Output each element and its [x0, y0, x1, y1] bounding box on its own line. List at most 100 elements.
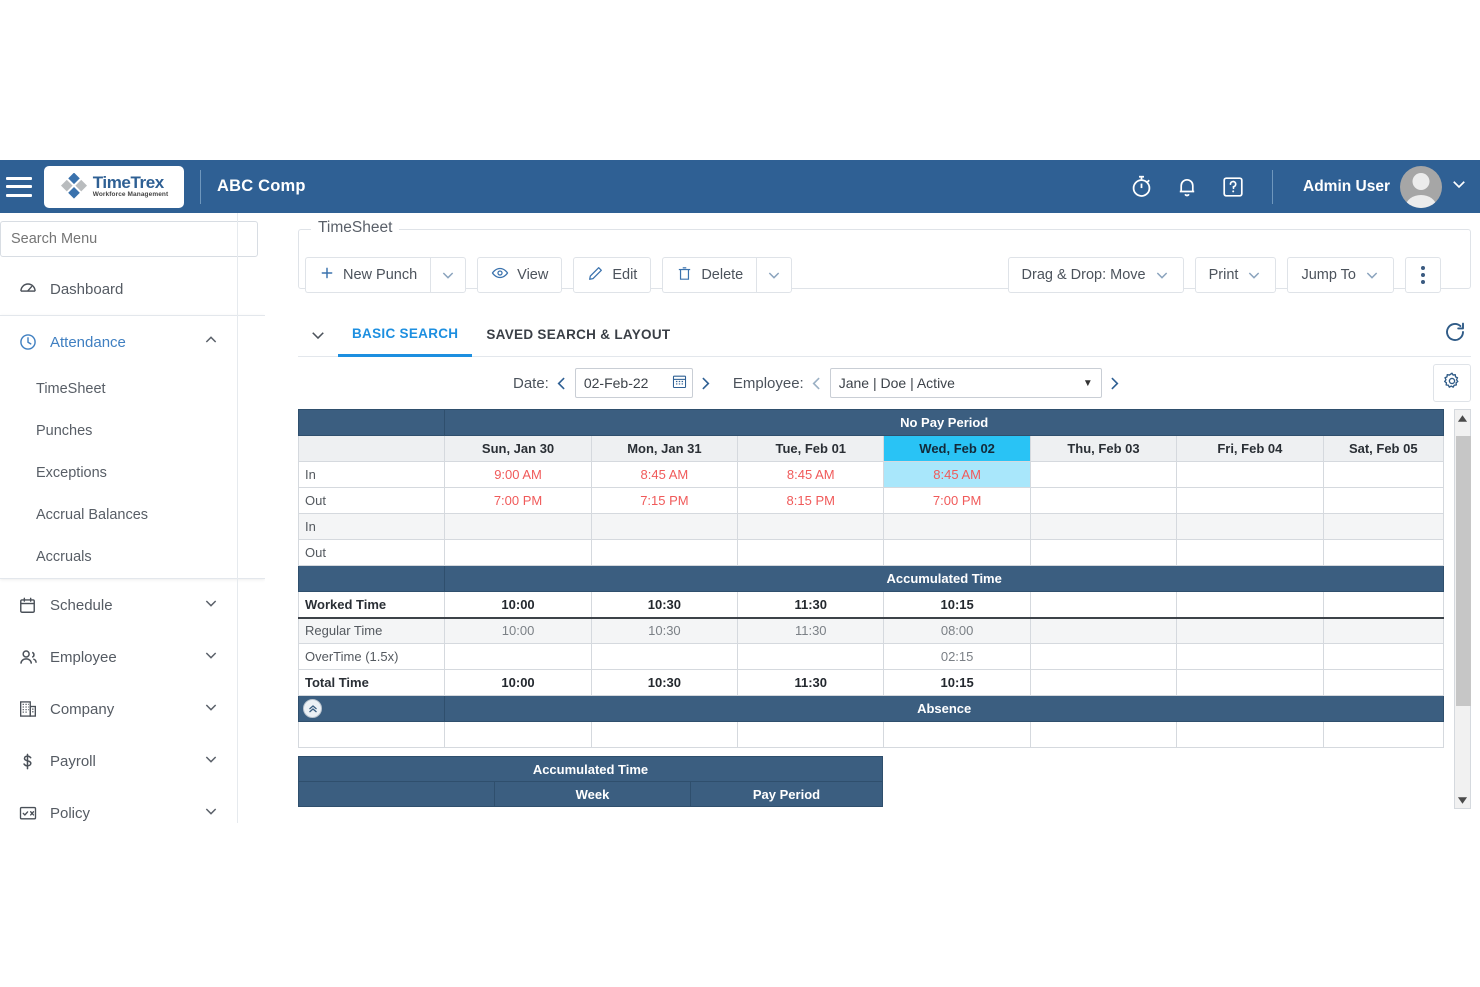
print-button[interactable]: Print [1195, 257, 1277, 293]
punch-cell[interactable] [738, 540, 884, 566]
help-icon[interactable] [1210, 167, 1256, 207]
punch-cell[interactable] [1030, 540, 1176, 566]
scroll-up-icon[interactable] [1455, 410, 1470, 426]
eye-icon [491, 264, 509, 286]
jump-to-button[interactable]: Jump To [1287, 257, 1394, 293]
chevron-down-icon[interactable] [203, 647, 219, 667]
sidebar-item-payroll[interactable]: Payroll [0, 735, 265, 787]
punch-cell[interactable] [1030, 488, 1176, 514]
chevron-down-icon[interactable] [203, 699, 219, 719]
absence-cell[interactable] [1177, 722, 1323, 748]
employee-select[interactable]: Jane | Doe | Active ▼ [830, 368, 1102, 398]
day-header-wed-selected[interactable]: Wed, Feb 02 [884, 436, 1030, 462]
timetrex-logo[interactable]: TimeTrex Workforce Management [44, 166, 184, 208]
more-options-button[interactable] [1405, 257, 1441, 293]
day-header-sat[interactable]: Sat, Feb 05 [1323, 436, 1443, 462]
pay-period-row: No Pay Period [299, 410, 1444, 436]
sidebar-item-accrual-balances[interactable]: Accrual Balances [0, 494, 265, 536]
avatar[interactable] [1400, 166, 1442, 208]
day-header-thu[interactable]: Thu, Feb 03 [1030, 436, 1176, 462]
chevron-down-icon[interactable] [203, 595, 219, 615]
day-header-tue[interactable]: Tue, Feb 01 [738, 436, 884, 462]
day-header-mon[interactable]: Mon, Jan 31 [591, 436, 737, 462]
next-date-button[interactable] [693, 375, 719, 392]
delete-button[interactable]: Delete [662, 257, 756, 293]
stopwatch-icon[interactable] [1118, 167, 1164, 207]
punch-cell[interactable] [1323, 488, 1443, 514]
chevron-down-icon[interactable] [203, 803, 219, 823]
absence-cell[interactable] [1030, 722, 1176, 748]
punch-cell[interactable] [445, 514, 591, 540]
chevron-down-icon [1154, 267, 1170, 283]
punch-cell[interactable]: 7:15 PM [591, 488, 737, 514]
tab-basic-search[interactable]: BASIC SEARCH [338, 313, 472, 357]
drag-drop-button[interactable]: Drag & Drop: Move [1008, 257, 1184, 293]
search-input[interactable] [0, 221, 258, 257]
calendar-icon[interactable] [671, 373, 688, 393]
sidebar-item-accruals[interactable]: Accruals [0, 536, 265, 578]
punch-cell[interactable] [1177, 462, 1323, 488]
prev-date-button[interactable] [549, 375, 575, 392]
date-input[interactable]: 02-Feb-22 [575, 368, 693, 398]
punch-cell[interactable] [738, 514, 884, 540]
sidebar-item-employee[interactable]: Employee [0, 631, 265, 683]
settings-button[interactable] [1433, 364, 1471, 402]
hamburger-menu-icon[interactable] [6, 177, 32, 197]
punch-cell[interactable]: 7:00 PM [884, 488, 1030, 514]
filter-row: Date: 02-Feb-22 Employee: [298, 359, 1471, 407]
collapse-search-icon[interactable] [298, 326, 338, 344]
sidebar-item-punches[interactable]: Punches [0, 410, 265, 452]
chevron-down-icon[interactable] [1450, 175, 1468, 198]
sidebar-item-dashboard[interactable]: Dashboard [0, 263, 265, 315]
prev-employee-button[interactable] [804, 375, 830, 392]
punch-cell[interactable] [1323, 514, 1443, 540]
topbar-actions: Admin User [1118, 166, 1480, 208]
punch-cell[interactable] [1177, 540, 1323, 566]
punch-cell[interactable]: 9:00 AM [445, 462, 591, 488]
edit-button[interactable]: Edit [573, 257, 651, 293]
delete-dropdown[interactable] [756, 257, 792, 293]
punch-cell[interactable]: 8:15 PM [738, 488, 884, 514]
absence-cell[interactable] [1323, 722, 1443, 748]
punch-cell[interactable] [1323, 540, 1443, 566]
new-punch-button[interactable]: New Punch [305, 257, 430, 293]
punch-cell[interactable] [1323, 462, 1443, 488]
sidebar-item-exceptions[interactable]: Exceptions [0, 452, 265, 494]
sidebar-item-schedule[interactable]: Schedule [0, 579, 265, 631]
tab-saved-search-layout[interactable]: SAVED SEARCH & LAYOUT [472, 313, 684, 357]
view-button[interactable]: View [477, 257, 562, 293]
collapse-absence-icon[interactable] [303, 699, 322, 718]
absence-cell[interactable] [591, 722, 737, 748]
punch-cell[interactable] [884, 540, 1030, 566]
scroll-down-icon[interactable] [1455, 792, 1470, 808]
punch-cell[interactable] [1177, 488, 1323, 514]
day-header-fri[interactable]: Fri, Feb 04 [1177, 436, 1323, 462]
chevron-up-icon[interactable] [203, 332, 219, 352]
refresh-icon[interactable] [1443, 320, 1467, 349]
punch-cell[interactable] [445, 540, 591, 566]
punch-cell[interactable] [1030, 462, 1176, 488]
sidebar-item-timesheet[interactable]: TimeSheet [0, 368, 265, 410]
punch-cell-selected[interactable]: 8:45 AM [884, 462, 1030, 488]
scrollbar-thumb[interactable] [1456, 436, 1471, 706]
sidebar-item-attendance[interactable]: Attendance [0, 316, 265, 368]
new-punch-dropdown[interactable] [430, 257, 466, 293]
next-employee-button[interactable] [1102, 375, 1128, 392]
punch-cell[interactable]: 7:00 PM [445, 488, 591, 514]
day-header-sun[interactable]: Sun, Jan 30 [445, 436, 591, 462]
grid-vertical-scrollbar[interactable] [1454, 409, 1471, 809]
absence-cell[interactable] [884, 722, 1030, 748]
punch-cell[interactable] [591, 540, 737, 566]
chevron-down-icon[interactable] [203, 751, 219, 771]
punch-cell[interactable] [591, 514, 737, 540]
punch-cell[interactable] [884, 514, 1030, 540]
bell-icon[interactable] [1164, 167, 1210, 207]
sidebar-item-company[interactable]: Company [0, 683, 265, 735]
punch-cell[interactable] [1030, 514, 1176, 540]
punch-cell[interactable]: 8:45 AM [738, 462, 884, 488]
punch-cell[interactable] [1177, 514, 1323, 540]
sidebar-item-policy[interactable]: Policy [0, 787, 265, 823]
absence-cell[interactable] [445, 722, 591, 748]
punch-cell[interactable]: 8:45 AM [591, 462, 737, 488]
absence-cell[interactable] [738, 722, 884, 748]
